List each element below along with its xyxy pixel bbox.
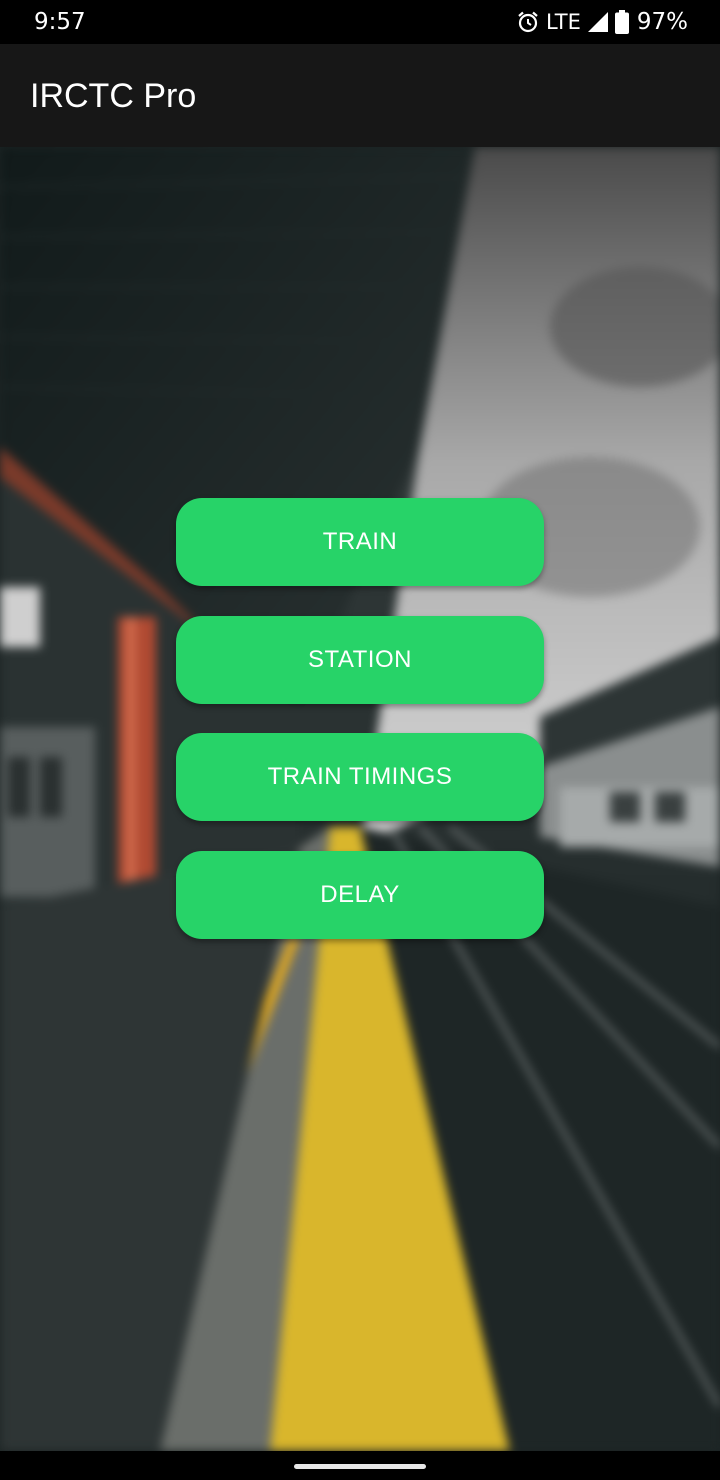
alarm-icon [516,10,540,34]
network-type: LTE [545,10,581,34]
station-button[interactable]: STATION [176,616,544,704]
delay-button[interactable]: DELAY [176,851,544,939]
status-time: 9:57 [34,9,86,35]
signal-icon [587,11,609,33]
status-bar: 9:57 LTE 97% [0,0,720,44]
battery-icon [614,10,629,34]
battery-percentage: 97% [636,9,688,35]
navigation-bar [0,1451,720,1480]
home-gesture-handle[interactable] [294,1464,426,1469]
train-timings-button[interactable]: TRAIN TIMINGS [176,733,544,821]
status-icons: LTE 97% [516,7,688,37]
app-title: IRCTC Pro [30,77,197,115]
main-content: TRAIN STATION TRAIN TIMINGS DELAY [0,147,720,1451]
train-button[interactable]: TRAIN [176,498,544,586]
app-bar: IRCTC Pro [0,44,720,147]
